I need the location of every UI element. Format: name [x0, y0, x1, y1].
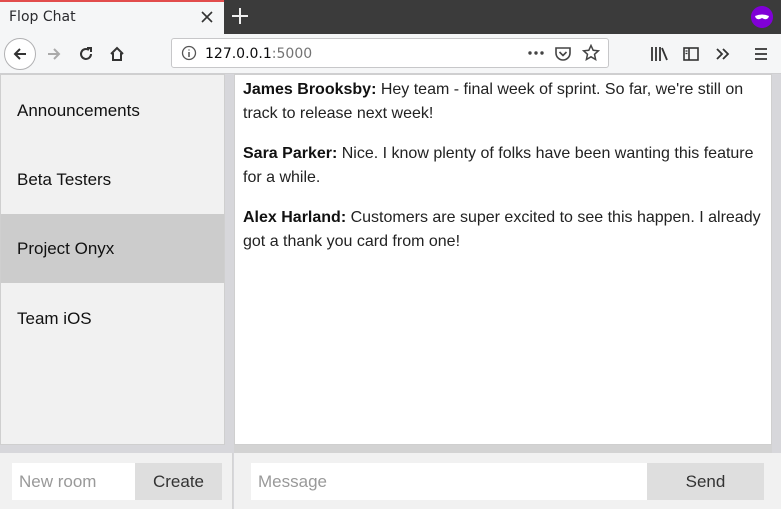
room-item-team-ios[interactable]: Team iOS	[1, 284, 224, 353]
new-room-input[interactable]	[12, 463, 136, 500]
message-item: James Brooksby: Hey team - final week of…	[243, 78, 763, 126]
forward-button[interactable]	[38, 38, 70, 70]
library-icon	[651, 47, 668, 61]
hamburger-menu-icon	[755, 48, 767, 60]
message-author: Alex Harland:	[243, 209, 347, 226]
close-tab-icon[interactable]	[198, 8, 216, 26]
home-button[interactable]	[101, 38, 133, 70]
message-author: James Brooksby:	[243, 81, 377, 98]
message-list: James Brooksby: Hey team - final week of…	[234, 74, 772, 445]
url-bar[interactable]: 127.0.0.1:5000	[171, 38, 609, 68]
arrow-left-icon	[13, 48, 26, 60]
browser-tab[interactable]: Flop Chat	[0, 0, 224, 34]
sidebar-toggle-button[interactable]	[675, 38, 707, 70]
new-tab-icon[interactable]	[229, 5, 251, 27]
private-browsing-icon	[751, 6, 773, 28]
new-room-form: Create	[0, 453, 233, 509]
reload-icon	[80, 47, 92, 60]
overflow-button[interactable]	[707, 38, 739, 70]
tab-strip: Flop Chat	[0, 0, 781, 34]
message-form: Send	[234, 453, 781, 509]
sidebar-icon	[683, 47, 699, 61]
create-room-button[interactable]: Create	[135, 463, 222, 500]
message-author: Sara Parker:	[243, 145, 338, 162]
room-list: Announcements Beta Testers Project Onyx …	[0, 74, 225, 445]
library-button[interactable]	[644, 38, 676, 70]
room-label: Team iOS	[17, 308, 92, 328]
bookmark-star-icon[interactable]	[582, 44, 600, 62]
pocket-icon[interactable]	[554, 45, 572, 63]
room-label: Project Onyx	[17, 238, 115, 258]
message-item: Alex Harland: Customers are super excite…	[243, 206, 763, 254]
url-text: 127.0.0.1:5000	[205, 46, 313, 62]
message-input[interactable]	[251, 463, 648, 500]
back-button[interactable]	[4, 38, 36, 70]
double-chevron-right-icon	[716, 48, 730, 60]
room-item-beta-testers[interactable]: Beta Testers	[1, 145, 224, 214]
room-item-project-onyx[interactable]: Project Onyx	[1, 214, 224, 283]
tab-title: Flop Chat	[9, 9, 76, 25]
send-button[interactable]: Send	[647, 463, 764, 500]
room-item-announcements[interactable]: Announcements	[1, 76, 224, 145]
menu-button[interactable]	[745, 38, 777, 70]
arrow-right-icon	[48, 48, 61, 60]
message-item: Sara Parker: Nice. I know plenty of folk…	[243, 142, 763, 190]
message-list-scrollbar[interactable]	[234, 445, 772, 453]
nav-toolbar: 127.0.0.1:5000	[0, 34, 781, 74]
room-label: Announcements	[17, 100, 140, 120]
info-icon[interactable]	[181, 45, 197, 61]
room-label: Beta Testers	[17, 169, 112, 189]
reload-button[interactable]	[70, 38, 102, 70]
home-icon	[110, 46, 124, 61]
page-actions-icon[interactable]	[527, 47, 545, 59]
